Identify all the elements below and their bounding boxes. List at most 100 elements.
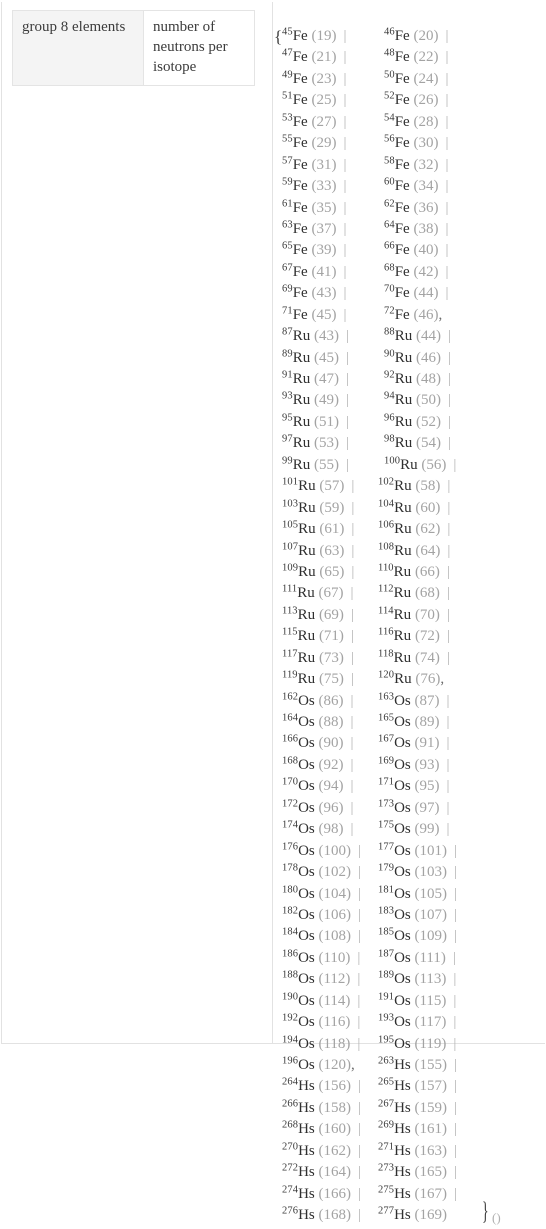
isotope-entry-right: 54Fe (28) | xyxy=(384,113,448,130)
element-symbol: Os xyxy=(394,864,411,881)
isotope-mass-number: 55 xyxy=(282,133,293,145)
isotope-entry-right: 92Ru (48) | xyxy=(384,370,451,387)
neutron-count: (159) xyxy=(410,1099,447,1116)
element-symbol: Ru xyxy=(292,349,311,366)
isotope-mass-number: 172 xyxy=(282,798,299,810)
isotope-entry-left: 186Os (110) | xyxy=(282,949,361,966)
isotope-mass-number: 87 xyxy=(282,326,293,338)
neutron-count: (54) xyxy=(412,435,441,452)
element-symbol: Hs xyxy=(298,1207,315,1224)
element-symbol: Fe xyxy=(292,263,308,280)
neutron-count: (65) xyxy=(315,563,345,580)
isotope-line: 61Fe (35) | 62Fe (36) | xyxy=(278,198,546,219)
isotope-mass-number: 275 xyxy=(378,1184,395,1196)
isotope-column-left: 61Fe (35) | xyxy=(282,198,346,219)
isotope-column-right: 88Ru (44) | xyxy=(384,326,451,347)
isotope-entry-right: 169Os (93) | xyxy=(378,756,450,773)
element-symbol: Os xyxy=(298,1057,315,1073)
isotope-pane: {45Fe (19) | 46Fe (20) | 47Fe (21) | 48Fe (22)… xyxy=(272,0,546,1225)
isotope-column-right: 94Ru (50) | xyxy=(384,390,451,411)
isotope-mass-number: 265 xyxy=(378,1076,395,1088)
element-symbol: Fe xyxy=(292,135,308,152)
isotope-mass-number: 264 xyxy=(282,1076,299,1088)
isotope-entry-right: 273Hs (165) | xyxy=(378,1163,457,1181)
neutron-count: (43) xyxy=(310,328,339,345)
neutron-count: (49) xyxy=(310,392,339,409)
element-symbol: Ru xyxy=(297,606,316,623)
isotope-entry-left: 97Ru (53) | xyxy=(282,434,349,451)
isotope-line: 180Os (104) | 181Os (105) | xyxy=(278,884,546,905)
isotope-mass-number: 51 xyxy=(282,90,293,102)
isotope-mass-number: 119 xyxy=(282,669,298,681)
isotope-line: 188Os (112) | 189Os (113) | xyxy=(278,969,546,990)
neutron-count: (166) xyxy=(314,1185,351,1202)
isotope-entry-left: 51Fe (25) | xyxy=(282,90,346,108)
entry-separator: | xyxy=(357,906,361,923)
neutron-count: (96) xyxy=(314,799,344,816)
element-symbol: Hs xyxy=(298,1185,315,1202)
isotope-entry-left: 99Ru (55) | xyxy=(282,456,349,473)
neutron-count: (39) xyxy=(307,242,337,259)
element-symbol: Fe xyxy=(292,28,308,44)
entry-separator: | xyxy=(445,178,449,195)
entry-separator: | xyxy=(343,49,347,66)
isotope-column-right: 110Ru (66) | xyxy=(378,562,450,583)
isotope-column-left: 59Fe (33) | xyxy=(282,176,346,197)
entry-separator: | xyxy=(445,49,449,66)
element-symbol: Hs xyxy=(394,1057,411,1073)
element-symbol: Ru xyxy=(394,499,412,516)
entry-separator: | xyxy=(453,1164,457,1181)
isotope-column-right: 185Os (109) | xyxy=(378,926,457,947)
isotope-mass-number: 162 xyxy=(282,691,299,703)
neutron-count: (21) xyxy=(307,49,337,66)
element-symbol: Os xyxy=(298,1035,315,1052)
element-symbol: Hs xyxy=(394,1099,411,1116)
entry-separator: | xyxy=(357,949,361,966)
isotope-entry-left: 49Fe (23) | xyxy=(282,70,346,87)
isotope-mass-number: 89 xyxy=(282,348,293,360)
entry-separator: | xyxy=(345,328,349,345)
isotope-column-right: 267Hs (159) | xyxy=(378,1098,457,1119)
entry-separator: | xyxy=(343,220,347,237)
entry-separator: | xyxy=(357,1164,361,1181)
isotope-entry-left: 105Ru (61) | xyxy=(282,520,354,537)
entry-separator: | xyxy=(446,606,450,623)
isotope-entry-right: 265Hs (157) | xyxy=(378,1076,457,1094)
element-symbol: Hs xyxy=(394,1121,411,1138)
neutron-count: (89) xyxy=(410,714,440,730)
isotope-mass-number: 46 xyxy=(384,26,395,38)
element-symbol: Fe xyxy=(394,156,410,173)
isotope-column-right: 104Ru (60) | xyxy=(378,498,450,519)
element-symbol: Os xyxy=(298,885,315,902)
element-symbol: Ru xyxy=(292,371,311,387)
isotope-entry-right: 118Ru (74) | xyxy=(378,648,450,665)
isotope-column-right: 114Ru (70) | xyxy=(378,605,450,626)
isotope-mass-number: 196 xyxy=(282,1055,299,1067)
neutron-count: (100) xyxy=(314,842,351,859)
isotope-entry-left: 113Ru (69) | xyxy=(282,606,354,623)
isotope-column-left: 51Fe (25) | xyxy=(282,90,346,111)
entry-separator: | xyxy=(345,371,349,387)
isotope-entry-left: 111Ru (67) | xyxy=(282,584,354,601)
isotope-mass-number: 176 xyxy=(282,841,299,853)
isotope-mass-number: 59 xyxy=(282,176,293,188)
isotope-column-left: 270Hs (162) | xyxy=(282,1141,361,1162)
element-symbol: Os xyxy=(298,864,315,881)
isotope-column-left: 164Os (88) | xyxy=(282,712,354,733)
element-symbol: Ru xyxy=(394,435,413,452)
entry-separator: | xyxy=(350,628,354,645)
isotope-mass-number: 182 xyxy=(282,905,299,917)
isotope-column-right: 98Ru (54) | xyxy=(384,433,451,454)
element-symbol: Os xyxy=(394,714,411,730)
entry-separator: | xyxy=(345,413,349,430)
isotope-column-right: 183Os (107) | xyxy=(378,905,457,926)
isotope-line: 196Os (120), 263Hs (155) | xyxy=(278,1055,546,1076)
entry-separator: | xyxy=(357,864,361,881)
isotope-line: 97Ru (53) | 98Ru (54) | xyxy=(278,433,546,454)
isotope-mass-number: 166 xyxy=(282,733,299,745)
isotope-column-left: 194Os (118) | xyxy=(282,1034,360,1055)
isotope-entry-right: 195Os (119) | xyxy=(378,1034,456,1051)
element-symbol: Os xyxy=(298,949,315,966)
isotope-line: 103Ru (59) | 104Ru (60) | xyxy=(278,498,546,519)
isotope-column-left: 264Hs (156) | xyxy=(282,1076,361,1097)
